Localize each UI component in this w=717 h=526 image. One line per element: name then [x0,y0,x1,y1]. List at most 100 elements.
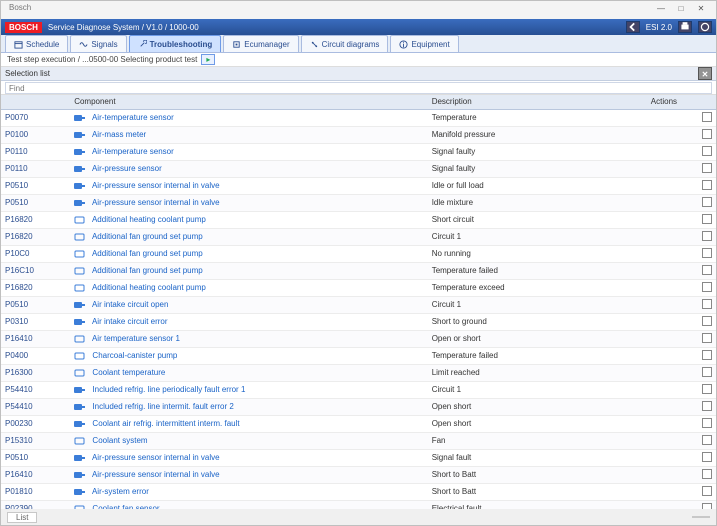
row-checkbox[interactable] [702,486,712,496]
component-link[interactable]: Air-pressure sensor internal in valve [92,470,220,479]
tab-equipment[interactable]: Equipment [390,35,458,52]
row-checkbox[interactable] [702,231,712,241]
row-checkbox[interactable] [702,333,712,343]
row-checkbox[interactable] [702,452,712,462]
row-checkbox[interactable] [702,350,712,360]
row-checkbox[interactable] [702,248,712,258]
col-code-header[interactable] [1,95,70,109]
component-link[interactable]: Air intake circuit error [92,317,168,326]
component-link[interactable]: Additional heating coolant pump [92,215,206,224]
tab-signals[interactable]: Signals [70,35,126,52]
close-button[interactable]: ✕ [694,3,708,13]
component-link[interactable]: Air-pressure sensor internal in valve [92,453,220,462]
component-link[interactable]: Air-temperature sensor [92,147,174,156]
component-link[interactable]: Air-mass meter [92,130,146,139]
row-checkbox[interactable] [702,435,712,445]
status-right[interactable] [692,516,710,518]
table-row[interactable]: P16820 Additional fan ground set pump Ci… [1,228,716,245]
table-row[interactable]: P16820 Additional heating coolant pump T… [1,279,716,296]
tab-schedule[interactable]: Schedule [5,35,68,52]
row-checkbox[interactable] [702,180,712,190]
row-checkbox[interactable] [702,197,712,207]
tab-ecumanager[interactable]: Ecumanager [223,35,298,52]
tab-troubleshooting[interactable]: Troubleshooting [129,35,222,52]
table-row[interactable]: P00230 Coolant air refrig. intermittent … [1,415,716,432]
table-row[interactable]: P15310 Coolant system Fan [1,432,716,449]
component-link[interactable]: Air intake circuit open [92,300,168,309]
print-button[interactable] [678,21,692,33]
table-row[interactable]: P0070 Air-temperature sensor Temperature [1,109,716,126]
component-link[interactable]: Air-pressure sensor internal in valve [92,198,220,207]
row-checkbox[interactable] [702,112,712,122]
component-link[interactable]: Coolant system [92,436,147,445]
table-row[interactable]: P0110 Air-pressure sensor Signal faulty [1,160,716,177]
component-link[interactable]: Additional fan ground set pump [92,266,203,275]
table-row[interactable]: P0510 Air-pressure sensor internal in va… [1,449,716,466]
table-row[interactable]: P0510 Air intake circuit open Circuit 1 [1,296,716,313]
table-row[interactable]: P0110 Air-temperature sensor Signal faul… [1,143,716,160]
breadcrumb-go-button[interactable]: ▸ [201,54,215,65]
table-row[interactable]: P10C0 Additional fan ground set pump No … [1,245,716,262]
component-link[interactable]: Included refrig. line periodically fault… [92,385,245,394]
col-action-header[interactable]: Actions [647,95,716,109]
search-input[interactable] [5,82,712,94]
table-row[interactable]: P0400 Charcoal-canister pump Temperature… [1,347,716,364]
row-checkbox[interactable] [702,214,712,224]
tab-circuit-diagrams[interactable]: Circuit diagrams [301,35,389,52]
maximize-button[interactable]: □ [674,3,688,13]
table-row[interactable]: P16410 Air-pressure sensor internal in v… [1,466,716,483]
status-left[interactable]: List [7,512,37,523]
table-row[interactable]: P0310 Air intake circuit error Short to … [1,313,716,330]
component-link[interactable]: Air-system error [92,487,149,496]
cell-component: Charcoal-canister pump [70,347,428,364]
row-checkbox[interactable] [702,163,712,173]
component-link[interactable]: Coolant temperature [92,368,165,377]
table-row[interactable]: P16410 Air temperature sensor 1 Open or … [1,330,716,347]
row-checkbox[interactable] [702,146,712,156]
back-button[interactable] [626,21,640,33]
table-row[interactable]: P16300 Coolant temperature Limit reached [1,364,716,381]
row-checkbox[interactable] [702,129,712,139]
row-checkbox[interactable] [702,418,712,428]
main-toolbar: BOSCH Service Diagnose System / V1.0 / 1… [1,19,716,35]
component-link[interactable]: Air-temperature sensor [92,113,174,122]
row-checkbox[interactable] [702,282,712,292]
row-checkbox[interactable] [702,299,712,309]
info-icon [399,40,408,49]
component-link[interactable]: Air temperature sensor 1 [92,334,180,343]
cell-code: P0310 [1,313,70,330]
table-row[interactable]: P0100 Air-mass meter Manifold pressure [1,126,716,143]
row-checkbox[interactable] [702,316,712,326]
row-checkbox[interactable] [702,265,712,275]
col-description-header[interactable]: Description [428,95,647,109]
table-row[interactable]: P01810 Air-system error Short to Batt [1,483,716,500]
component-link[interactable]: Air-pressure sensor [92,164,162,173]
minimize-button[interactable]: — [654,3,668,13]
component-link[interactable]: Included refrig. line intermit. fault er… [92,402,233,411]
table-row[interactable]: P02390 Coolant fan sensor Electrical fau… [1,500,716,509]
component-link[interactable]: Additional heating coolant pump [92,283,206,292]
component-link[interactable]: Additional fan ground set pump [92,232,203,241]
row-checkbox[interactable] [702,401,712,411]
cell-component: Included refrig. line periodically fault… [70,381,428,398]
component-link[interactable]: Air-pressure sensor internal in valve [92,181,220,190]
col-component-header[interactable]: Component [70,95,428,109]
fault-grid[interactable]: Component Description Actions P0070 Air-… [1,95,716,509]
table-row[interactable]: P16820 Additional heating coolant pump S… [1,211,716,228]
table-row[interactable]: P0510 Air-pressure sensor internal in va… [1,177,716,194]
table-row[interactable]: P16C10 Additional fan ground set pump Te… [1,262,716,279]
settings-button[interactable] [698,21,712,33]
cell-component: Air-pressure sensor internal in valve [70,466,428,483]
tab-label: Equipment [411,40,449,49]
component-link[interactable]: Additional fan ground set pump [92,249,203,258]
component-link[interactable]: Coolant air refrig. intermittent interm.… [92,419,239,428]
row-checkbox[interactable] [702,469,712,479]
table-row[interactable]: P54410 Included refrig. line periodicall… [1,381,716,398]
row-checkbox[interactable] [702,384,712,394]
table-row[interactable]: P0510 Air-pressure sensor internal in va… [1,194,716,211]
table-row[interactable]: P54410 Included refrig. line intermit. f… [1,398,716,415]
panel-close-button[interactable]: ✕ [698,67,712,80]
cell-description: Signal faulty [428,143,647,160]
component-link[interactable]: Charcoal-canister pump [92,351,177,360]
row-checkbox[interactable] [702,367,712,377]
